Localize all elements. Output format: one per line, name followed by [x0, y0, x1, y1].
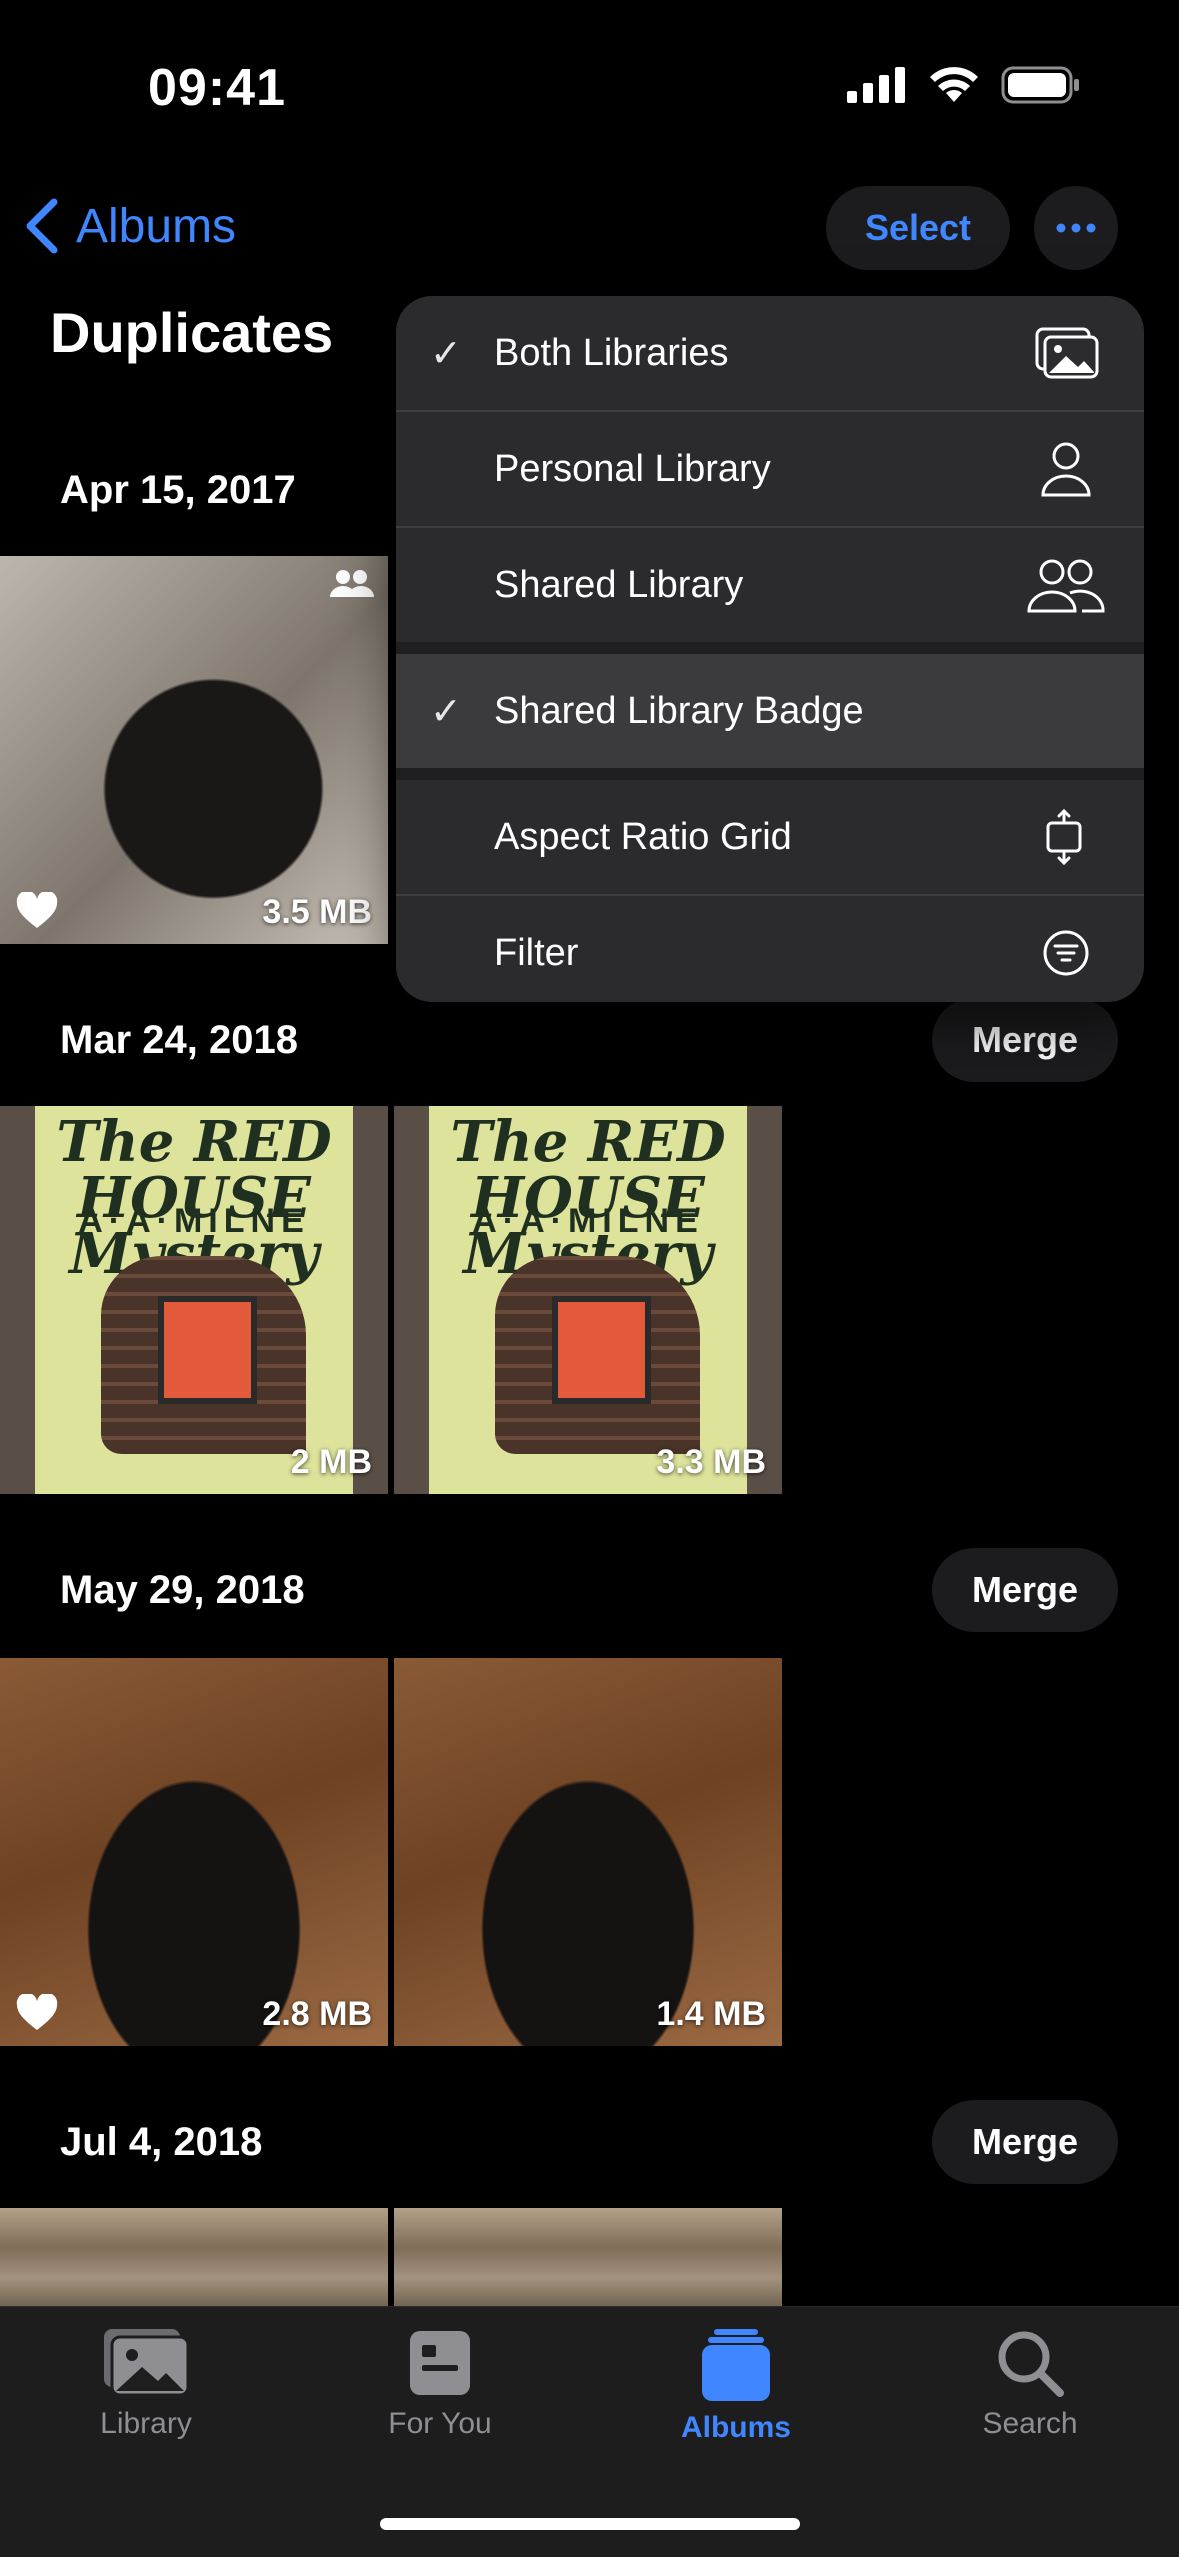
menu-item-aspect-ratio-grid[interactable]: Aspect Ratio Grid — [396, 780, 1144, 894]
tab-label: Library — [100, 2407, 192, 2440]
photo-thumbnail[interactable] — [394, 2208, 782, 2308]
book-author-text: A·A·MILNE — [472, 1202, 704, 1240]
photo-stack-icon — [1035, 327, 1099, 379]
menu-item-both-libraries[interactable]: ✓ Both Libraries — [396, 296, 1144, 410]
tab-library[interactable]: Library — [16, 2327, 276, 2441]
status-time: 09:41 — [148, 59, 286, 117]
tab-label: Albums — [680, 2411, 791, 2444]
menu-item-label: Shared Library Badge — [494, 689, 864, 732]
photo-size-label: 2 MB — [290, 1443, 372, 1481]
favorite-heart-icon — [16, 1994, 58, 2030]
filter-icon — [1043, 930, 1089, 976]
group-date: Jul 4, 2018 — [60, 2120, 263, 2164]
photo-thumbnail[interactable]: 1.4 MB — [394, 1658, 782, 2046]
checkmark-icon: ✓ — [430, 690, 462, 733]
menu-item-label: Personal Library — [494, 447, 771, 490]
photo-size-label: 3.5 MB — [262, 893, 372, 931]
photo-size-label: 1.4 MB — [656, 1995, 766, 2033]
home-indicator — [380, 2518, 800, 2530]
cellular-signal-icon — [847, 67, 905, 103]
book-author-text: A·A·MILNE — [78, 1202, 310, 1240]
wifi-icon — [930, 67, 978, 102]
status-icons — [847, 66, 1081, 104]
tab-albums[interactable]: Albums — [606, 2327, 866, 2445]
menu-item-label: Both Libraries — [494, 331, 729, 374]
more-button[interactable] — [1034, 186, 1118, 270]
tab-search[interactable]: Search — [900, 2327, 1160, 2441]
albums-icon — [702, 2329, 770, 2401]
photo-thumbnail[interactable]: 3.5 MB — [0, 556, 388, 944]
for-you-icon — [410, 2331, 470, 2395]
menu-item-label: Filter — [494, 931, 579, 974]
photo-thumbnail[interactable] — [0, 2208, 388, 2308]
back-label: Albums — [76, 199, 237, 253]
search-icon — [998, 2331, 1064, 2397]
chevron-left-icon — [26, 198, 58, 254]
book-illustration — [100, 1256, 306, 1454]
book-cover: The RED HOUSE Mystery A·A·MILNE — [39, 1106, 349, 1494]
checkmark-icon: ✓ — [430, 332, 462, 375]
favorite-heart-icon — [16, 892, 58, 928]
merge-button[interactable]: Merge — [932, 2100, 1118, 2184]
photo-thumbnail[interactable]: 2.8 MB — [0, 1658, 388, 2046]
two-person-icon — [1027, 559, 1105, 613]
book-cover: The RED HOUSE Mystery A·A·MILNE — [433, 1106, 743, 1494]
group-date: Apr 15, 2017 — [60, 468, 296, 512]
person-icon — [1041, 442, 1091, 497]
menu-item-shared-library-badge[interactable]: ✓ Shared Library Badge — [396, 654, 1144, 768]
battery-icon — [1001, 66, 1079, 104]
shared-library-badge-icon — [330, 570, 374, 597]
group-date: Mar 24, 2018 — [60, 1018, 298, 1062]
select-button[interactable]: Select — [826, 186, 1010, 270]
tab-label: For You — [388, 2407, 492, 2440]
tab-for-you[interactable]: For You — [310, 2327, 570, 2441]
menu-item-filter[interactable]: Filter — [396, 896, 1144, 1002]
aspect-ratio-icon — [1046, 809, 1082, 865]
tab-label: Search — [982, 2407, 1078, 2440]
photo-thumbnail[interactable]: The RED HOUSE Mystery A·A·MILNE 2 MB — [0, 1106, 388, 1494]
merge-button[interactable]: Merge — [932, 998, 1118, 1082]
back-button[interactable]: Albums — [24, 198, 236, 254]
ellipsis-icon — [1056, 223, 1096, 233]
merge-button[interactable]: Merge — [932, 1548, 1118, 1632]
menu-item-shared-library[interactable]: Shared Library — [396, 528, 1144, 642]
photos-icon — [104, 2329, 190, 2397]
photo-size-label: 2.8 MB — [262, 1995, 372, 2033]
book-illustration — [494, 1256, 700, 1454]
menu-item-personal-library[interactable]: Personal Library — [396, 412, 1144, 526]
view-options-menu: ✓ Both Libraries Personal Library Shared… — [396, 296, 1144, 1002]
page-title: Duplicates — [50, 301, 334, 364]
group-date: May 29, 2018 — [60, 1568, 305, 1612]
photo-size-label: 3.3 MB — [656, 1443, 766, 1481]
menu-item-label: Shared Library — [494, 563, 744, 606]
menu-item-label: Aspect Ratio Grid — [494, 815, 792, 858]
photo-thumbnail[interactable]: The RED HOUSE Mystery A·A·MILNE 3.3 MB — [394, 1106, 782, 1494]
